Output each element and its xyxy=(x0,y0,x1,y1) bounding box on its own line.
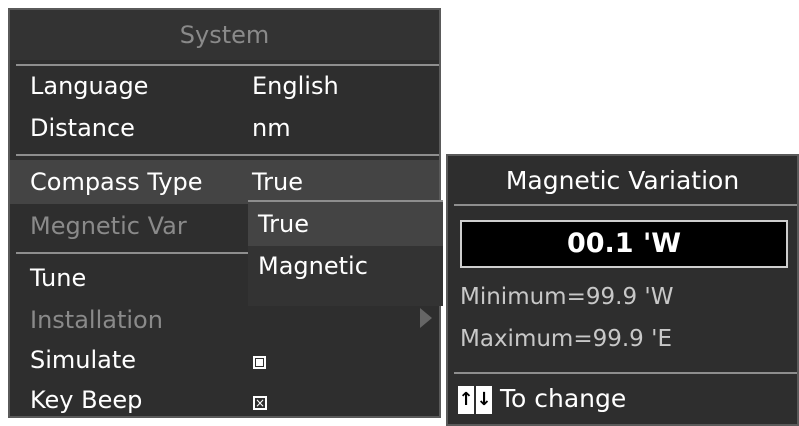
magnetic-variation-value[interactable]: 00.1 'W xyxy=(460,220,788,268)
magnetic-variation-panel: Magnetic Variation 00.1 'W Minimum=99.9 … xyxy=(446,154,799,426)
tune-label[interactable]: Tune xyxy=(30,264,86,292)
minimum-text: Minimum=99.9 'W xyxy=(460,284,674,310)
up-down-arrow-icon: ↑ xyxy=(458,386,474,414)
system-menu-panel: System Language English Distance nm Comp… xyxy=(8,8,443,418)
installation-label[interactable]: Installation xyxy=(30,306,163,334)
dropdown-option-magnetic[interactable]: Magnetic xyxy=(258,252,368,280)
language-label[interactable]: Language xyxy=(30,72,148,100)
maximum-text: Maximum=99.9 'E xyxy=(460,326,672,352)
dropdown-option-true[interactable]: True xyxy=(258,210,309,238)
divider xyxy=(454,204,797,206)
change-hint: ↑ ↓ To change xyxy=(458,384,626,414)
distance-label[interactable]: Distance xyxy=(30,114,135,142)
language-value[interactable]: English xyxy=(252,72,339,100)
magnetic-variation-title: Magnetic Variation xyxy=(505,166,740,195)
divider xyxy=(454,372,797,374)
divider xyxy=(16,154,439,156)
megnetic-var-label: Megnetic Var xyxy=(30,212,187,240)
distance-value[interactable]: nm xyxy=(252,114,291,142)
compass-type-dropdown[interactable]: True Magnetic xyxy=(248,200,443,306)
change-hint-text: To change xyxy=(500,384,627,413)
checkbox-fill xyxy=(256,359,263,366)
system-menu-title: System xyxy=(10,10,439,60)
simulate-checkbox[interactable] xyxy=(253,356,266,369)
simulate-label[interactable]: Simulate xyxy=(30,346,136,374)
up-down-arrow-icon: ↓ xyxy=(476,386,492,414)
key-beep-checkbox[interactable]: × xyxy=(253,396,267,410)
key-beep-label[interactable]: Key Beep xyxy=(30,386,142,414)
divider xyxy=(16,64,439,66)
chevron-right-icon xyxy=(420,308,432,328)
compass-type-label[interactable]: Compass Type xyxy=(30,168,203,196)
compass-type-value[interactable]: True xyxy=(252,168,303,196)
